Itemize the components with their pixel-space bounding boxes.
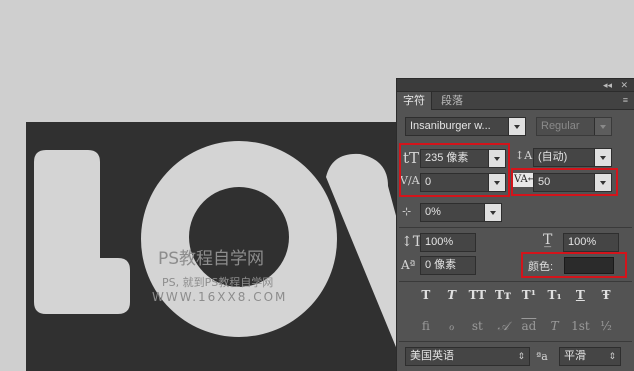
subscript-button[interactable]: T₁: [544, 288, 566, 302]
panel-title-bar[interactable]: ◂◂ ✕: [397, 79, 634, 92]
tab-paragraph[interactable]: 段落: [435, 92, 469, 110]
panel-tabs: 字符 段落 ≡: [397, 92, 634, 110]
antialias-value: 平滑: [564, 350, 586, 362]
font-style-value: Regular: [541, 120, 580, 132]
horizontal-scale-value: 100%: [568, 236, 597, 248]
vertical-scale-icon: ↕T: [401, 234, 423, 250]
tab-character[interactable]: 字符: [397, 92, 432, 110]
strikethrough-button[interactable]: Ŧ: [595, 288, 617, 302]
superscript-button[interactable]: T¹: [518, 288, 540, 302]
collapse-icon[interactable]: ◂◂: [603, 79, 612, 92]
character-panel: ◂◂ ✕ 字符 段落 ≡ Insaniburger w... Regular t…: [396, 78, 634, 371]
all-caps-button[interactable]: TT: [466, 288, 488, 302]
chevron-down-icon[interactable]: [594, 149, 611, 166]
titling-button[interactable]: T: [544, 319, 566, 334]
updown-icon: ⇕: [608, 351, 616, 361]
vertical-scale-field[interactable]: 100%: [420, 233, 476, 252]
horizontal-scale-icon: T̲: [543, 232, 553, 248]
fractions-button[interactable]: ½: [595, 319, 617, 334]
leading-value: (自动): [538, 151, 568, 163]
opentype-buttons: fi ℴ st 𝒜 ad T 1st ½: [397, 319, 634, 334]
highlight-color: [521, 252, 627, 278]
font-family-select[interactable]: Insaniburger w...: [405, 117, 526, 136]
watermark-subtitle: PS, 就到PS教程自学网: [162, 276, 274, 289]
stylistic-alternates-button[interactable]: st: [466, 319, 488, 334]
baseline-shift-icon: Aª: [401, 258, 416, 272]
small-caps-button[interactable]: Tт: [492, 288, 514, 302]
language-select[interactable]: 美国英语 ⇕: [405, 347, 530, 366]
vertical-scale-value: 100%: [425, 236, 454, 248]
leading-field[interactable]: (自动): [533, 148, 612, 167]
watermark-title: PS教程自学网: [158, 249, 265, 269]
baseline-shift-field[interactable]: 0 像素: [420, 256, 476, 275]
tsume-field[interactable]: 0%: [420, 203, 502, 222]
watermark-url: WWW.16XX8.COM: [152, 290, 288, 304]
highlight-size-kerning: [399, 143, 510, 197]
antialias-icon: ªa: [536, 350, 548, 363]
highlight-tracking: [511, 168, 618, 196]
tsume-value: 0%: [425, 206, 441, 218]
tsume-icon: ⊹: [402, 205, 412, 218]
language-value: 美国英语: [410, 350, 454, 362]
baseline-shift-value: 0 像素: [425, 259, 457, 271]
leading-icon: ↕A: [515, 149, 533, 162]
updown-icon: ⇕: [517, 351, 525, 361]
chevron-down-icon[interactable]: [484, 204, 501, 221]
faux-bold-button[interactable]: T: [415, 288, 437, 302]
font-family-value: Insaniburger w...: [410, 120, 491, 132]
antialias-select[interactable]: 平滑 ⇕: [559, 347, 621, 366]
ligature-button[interactable]: fi: [415, 319, 437, 334]
ordinals-button[interactable]: 1st: [569, 319, 591, 334]
panel-menu-icon[interactable]: ≡: [623, 95, 628, 105]
titling-alternates-button[interactable]: ad: [518, 319, 540, 334]
divider: [399, 281, 632, 282]
divider: [399, 341, 632, 342]
type-style-buttons: T T TT Tт T¹ T₁ T Ŧ: [397, 288, 634, 302]
horizontal-scale-field[interactable]: 100%: [563, 233, 619, 252]
canvas-artwork: PS教程自学网 PS, 就到PS教程自学网 WWW.16XX8.COM: [26, 122, 426, 371]
divider: [399, 227, 632, 228]
close-icon[interactable]: ✕: [620, 79, 628, 92]
discretionary-ligature-button[interactable]: ℴ: [441, 319, 463, 334]
chevron-down-icon[interactable]: [508, 118, 525, 135]
chevron-down-icon: [594, 118, 611, 135]
font-style-select: Regular: [536, 117, 612, 136]
faux-italic-button[interactable]: T: [441, 288, 463, 302]
underline-button[interactable]: T: [569, 288, 591, 302]
swash-button[interactable]: 𝒜: [492, 319, 514, 334]
